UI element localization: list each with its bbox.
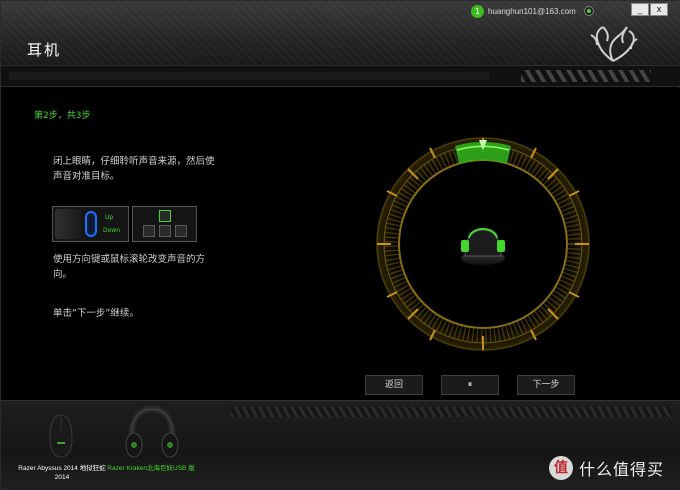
instruction-text-2: 使用方向键或鼠标滚轮改变声音的方向。 [53, 254, 206, 280]
watermark-badge: 值 [549, 456, 573, 480]
app-window: 耳机 1 huanghun101@163.com _ x 第2步，共3步 闭上眼… [0, 0, 680, 490]
account-email[interactable]: huanghun101@163.com [488, 7, 576, 16]
scroll-down-label: Down [103, 227, 121, 234]
device-mouse[interactable] [48, 413, 74, 459]
next-button[interactable]: 下一步 [517, 375, 575, 395]
watermark-text: 什么值得买 [579, 460, 665, 479]
account-area[interactable]: 1 huanghun101@163.com [471, 4, 594, 18]
minimize-button[interactable]: _ [631, 3, 649, 16]
online-status-icon[interactable] [583, 6, 594, 16]
arrow-left-key-icon [143, 225, 155, 237]
razer-logo-icon [590, 26, 638, 62]
instruction-text-3: 单击“下一步”继续。 [53, 308, 139, 319]
arrow-keys-illustration [132, 206, 197, 242]
sound-direction-radar[interactable] [373, 134, 593, 354]
mouse-wheel-icon [85, 211, 97, 237]
instruction-text-1: 闭上眼睛，仔细聆听声音来源，然后使声音对准目标。 [53, 156, 215, 182]
device-label-mouse[interactable]: Razer Abyssus 2014 地狱狂蛇 2014 [17, 464, 107, 482]
title-bar: 耳机 1 huanghun101@163.com _ x [1, 1, 680, 65]
page-title: 耳机 [27, 41, 62, 59]
back-button[interactable]: 返回 [365, 375, 423, 395]
scroll-up-label: Up [105, 214, 114, 221]
decor-strip [1, 65, 680, 87]
notification-badge[interactable]: 1 [471, 4, 484, 18]
step-indicator: 第2步，共3步 [34, 111, 91, 121]
wizard-panel: 第2步，共3步 闭上眼睛，仔细聆听声音来源，然后使声音对准目标。 Up Down… [1, 88, 680, 400]
arrow-right-key-icon [175, 225, 187, 237]
arrow-up-key-icon [159, 210, 171, 222]
close-button[interactable]: x [650, 3, 668, 16]
device-label-headset[interactable]: Razer Kraken北海巨妖USB 版 [105, 464, 197, 473]
pause-button[interactable]: ⏸ [441, 375, 499, 395]
mouse-scroll-illustration: Up Down [52, 206, 129, 242]
arrow-down-key-icon [159, 225, 171, 237]
watermark: 值 什么值得买 [549, 456, 664, 480]
device-headset[interactable] [124, 405, 180, 463]
